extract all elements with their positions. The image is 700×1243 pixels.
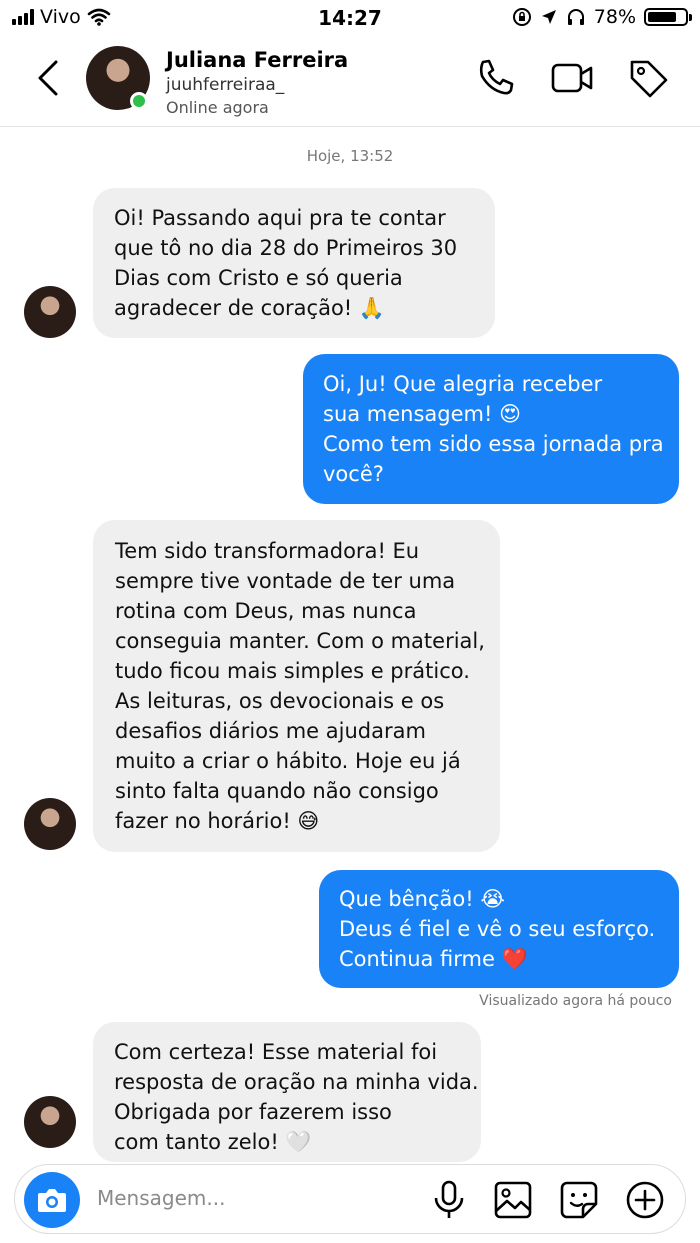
contact-avatar-small[interactable]	[24, 798, 76, 850]
message-bubble-incoming[interactable]: Com certeza! Esse material foi resposta …	[93, 1022, 481, 1162]
battery-fill	[648, 12, 677, 22]
message-bubble-outgoing[interactable]: Que bênção! 😭 Deus é fiel e vê o seu esf…	[319, 870, 679, 988]
message-input[interactable]: Mensagem...	[97, 1186, 225, 1210]
message-line: você?	[323, 462, 384, 486]
message-line: resposta de oração na minha vida.	[114, 1070, 479, 1094]
video-icon[interactable]	[550, 56, 594, 100]
online-indicator	[130, 92, 148, 110]
message-bubble-outgoing[interactable]: Oi, Ju! Que alegria receber sua mensagem…	[303, 354, 679, 504]
back-icon[interactable]	[28, 56, 68, 100]
message-line: Continua firme ❤️	[339, 947, 528, 971]
gallery-icon[interactable]	[491, 1178, 535, 1222]
battery-percent: 78%	[593, 6, 636, 28]
message-line: Oi! Passando aqui pra te contar	[114, 206, 446, 230]
contact-avatar-small[interactable]	[24, 1096, 76, 1148]
camera-icon	[38, 1189, 66, 1212]
chat-timestamp: Hoje, 13:52	[306, 147, 394, 165]
message-line: com tanto zelo! 🤍	[114, 1130, 312, 1154]
message-line: Como tem sido essa jornada pra	[323, 432, 664, 456]
message-line: agradecer de coração! 🙏	[114, 296, 386, 320]
tag-icon[interactable]	[626, 56, 670, 100]
message-line: conseguia manter. Com o material,	[115, 629, 485, 653]
status-right: 78%	[512, 6, 692, 28]
message-line: que tô no dia 28 do Primeiros 30	[114, 236, 458, 260]
message-line: sinto falta quando não consigo	[115, 779, 439, 803]
message-line: Oi, Ju! Que alegria receber	[323, 372, 603, 396]
message-line: Que bênção! 😭	[339, 887, 505, 911]
message-line: Tem sido transformadora! Eu	[115, 539, 420, 563]
chat-header: Juliana Ferreira juuhferreiraa_ Online a…	[0, 36, 700, 127]
status-bar: Vivo 14:27 78%	[0, 0, 700, 36]
phone-icon[interactable]	[474, 56, 518, 100]
message-line: sempre tive vontade de ter uma	[115, 569, 456, 593]
message-line: muito a criar o hábito. Hoje eu já	[115, 749, 461, 773]
message-line: Obrigada por fazerem isso	[114, 1100, 392, 1124]
headphones-icon	[567, 9, 584, 25]
orientation-lock-icon	[512, 8, 531, 26]
microphone-icon[interactable]	[427, 1178, 471, 1222]
message-bubble-incoming[interactable]: Oi! Passando aqui pra te contar que tô n…	[93, 188, 495, 338]
message-composer: Mensagem...	[14, 1164, 686, 1234]
message-line: Com certeza! Esse material foi	[114, 1040, 438, 1064]
message-line: Deus é fiel e vê o seu esforço.	[339, 917, 656, 941]
location-icon	[541, 10, 556, 24]
seen-indicator: Visualizado agora há pouco	[479, 993, 672, 1009]
contact-name[interactable]: Juliana Ferreira	[166, 48, 348, 72]
contact-username: juuhferreiraa_	[166, 75, 285, 95]
message-line: rotina com Deus, mas nunca	[115, 599, 417, 623]
contact-avatar-small[interactable]	[24, 286, 76, 338]
message-line: Dias com Cristo e só queria	[114, 266, 403, 290]
contact-status: Online agora	[166, 98, 269, 117]
sticker-icon[interactable]	[557, 1178, 601, 1222]
message-line: desafios diários me ajudaram	[115, 719, 426, 743]
camera-button[interactable]	[24, 1172, 80, 1228]
message-line: fazer no horário! 😅	[115, 809, 320, 833]
message-line: As leituras, os devocionais e os	[115, 689, 445, 713]
message-bubble-incoming[interactable]: Tem sido transformadora! Eu sempre tive …	[93, 520, 500, 852]
battery-icon	[644, 8, 692, 26]
plus-icon[interactable]	[623, 1178, 667, 1222]
message-line: tudo ficou mais simples e prático.	[115, 659, 470, 683]
message-line: sua mensagem! 😍	[323, 402, 521, 426]
